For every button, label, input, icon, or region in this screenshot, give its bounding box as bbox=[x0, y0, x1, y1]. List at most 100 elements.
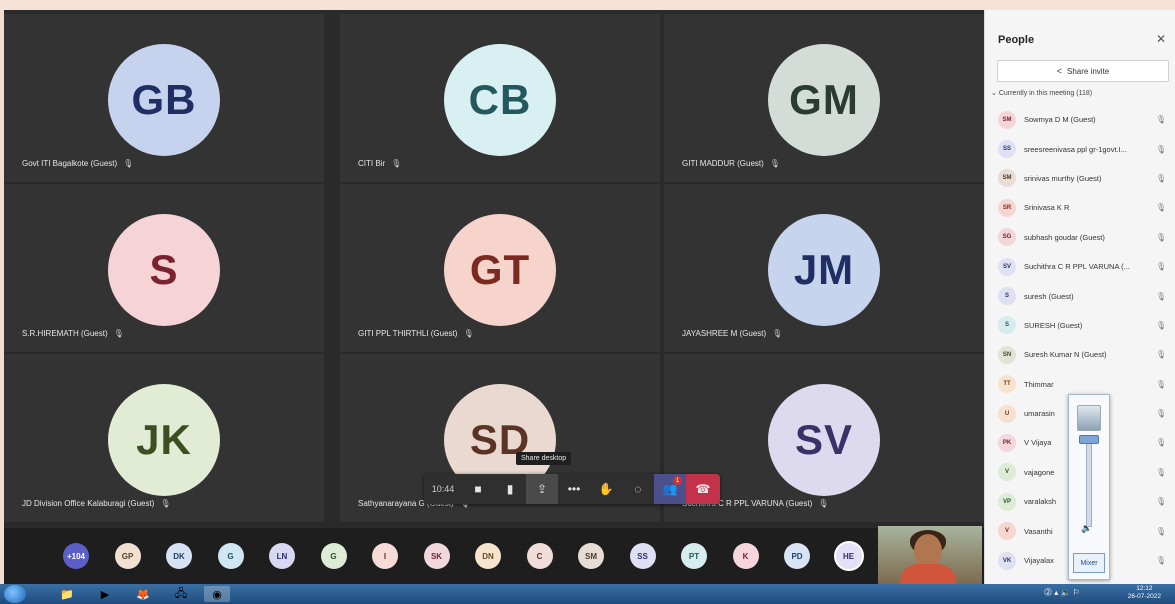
participant-avatar-small[interactable]: PT bbox=[681, 543, 707, 569]
mic-off-icon: 🎙 bbox=[1155, 409, 1166, 419]
self-video-face bbox=[914, 534, 942, 568]
participant-avatar-small[interactable]: C bbox=[526, 543, 553, 569]
start-button[interactable] bbox=[4, 585, 26, 603]
people-list-item[interactable]: SG subhash goudar (Guest) 🎙 bbox=[985, 223, 1175, 252]
person-avatar: S bbox=[998, 316, 1016, 335]
participant-avatar-small[interactable]: LN bbox=[269, 543, 295, 569]
participant-tile[interactable]: GM GITI MADDUR (Guest) 🎙 bbox=[664, 14, 984, 182]
mic-off-icon: 🎙 bbox=[1155, 526, 1166, 536]
people-list-item[interactable]: S SURESH (Guest) 🎙 bbox=[985, 311, 1175, 340]
participant-name-text: Govt ITI Bagalkote (Guest) bbox=[22, 159, 118, 168]
mic-off-icon: 🎙 bbox=[1155, 497, 1166, 507]
self-video[interactable] bbox=[878, 526, 982, 584]
participant-tile[interactable]: GB Govt ITI Bagalkote (Guest) 🎙 bbox=[4, 14, 324, 182]
person-avatar: VP bbox=[998, 492, 1016, 511]
camera-button[interactable]: ■ bbox=[462, 474, 494, 504]
chat-button[interactable]: ◌ bbox=[622, 474, 654, 504]
participant-tile[interactable]: S S.R.HIREMATH (Guest) 🎙 bbox=[4, 184, 324, 352]
people-list-item[interactable]: SM srinivas murthy (Guest) 🎙 bbox=[985, 164, 1175, 193]
person-name: Sowmya D M (Guest) bbox=[1024, 115, 1096, 125]
participant-avatar-small[interactable]: SM bbox=[578, 543, 604, 569]
participant-name-text: JD Division Office Kalaburagi (Guest) bbox=[22, 499, 155, 508]
participant-avatar-small[interactable]: SK bbox=[423, 543, 450, 569]
participant-avatar: JM bbox=[768, 214, 880, 326]
system-tray-icons[interactable]: ⓶ ▴ 🔈 ⚐ bbox=[1044, 587, 1080, 598]
people-list-item[interactable]: SM Sowmya D M (Guest) 🎙 bbox=[985, 105, 1175, 134]
share-invite-button[interactable]: < Share invite bbox=[997, 60, 1169, 82]
person-avatar: SN bbox=[998, 345, 1016, 364]
participant-name: JAYASHREE M (Guest) 🎙 bbox=[682, 329, 782, 338]
participant-avatar: JK bbox=[108, 384, 220, 496]
mic-off-icon: 🎙 bbox=[1155, 438, 1166, 448]
chrome-icon[interactable]: ◉ bbox=[204, 586, 230, 602]
participant-tile[interactable]: GT GITI PPL THIRTHLI (Guest) 🎙 bbox=[340, 184, 660, 352]
chat-icon: ◌ bbox=[634, 482, 642, 496]
media-player-icon[interactable]: ▶ bbox=[92, 586, 118, 602]
participant-tile[interactable]: JM JAYASHREE M (Guest) 🎙 bbox=[664, 184, 984, 352]
participant-avatar: CB bbox=[444, 44, 556, 156]
participant-avatar-small[interactable]: HE bbox=[835, 543, 862, 569]
raise-hand-button[interactable]: ✋ bbox=[590, 474, 622, 504]
volume-slider-track[interactable] bbox=[1086, 437, 1092, 527]
ellipsis-icon: ••• bbox=[567, 482, 581, 496]
people-button[interactable]: 👥 1 bbox=[654, 474, 686, 504]
mixer-button[interactable]: Mixer bbox=[1073, 553, 1105, 573]
volume-mixer-popup: 🔈 Mixer bbox=[1068, 394, 1110, 580]
close-icon[interactable]: ✕ bbox=[1156, 32, 1166, 46]
participant-name-text: GITI PPL THIRTHLI (Guest) bbox=[358, 329, 458, 338]
mic-off-icon: 🎙 bbox=[1155, 232, 1166, 242]
participant-avatar: GB bbox=[108, 44, 220, 156]
participant-avatar: S bbox=[108, 214, 220, 326]
currently-in-meeting-label: Currently in this meeting (118) bbox=[998, 90, 1093, 97]
hand-icon: ✋ bbox=[598, 482, 614, 496]
people-list-item[interactable]: SR Srinivasa K R 🎙 bbox=[985, 193, 1175, 222]
person-avatar: U bbox=[998, 404, 1016, 423]
clock-date: 26-07-2022 bbox=[1127, 593, 1161, 600]
participant-tile[interactable]: JK JD Division Office Kalaburagi (Guest) 🎙 bbox=[4, 354, 324, 522]
person-name: srinivas murthy (Guest) bbox=[1024, 173, 1102, 183]
participant-avatar-small[interactable]: GP bbox=[114, 543, 141, 569]
people-list-item[interactable]: SN Suresh Kumar N (Guest) 🎙 bbox=[985, 340, 1175, 369]
people-panel-title: People bbox=[998, 34, 1035, 46]
participant-name: GITI MADDUR (Guest) 🎙 bbox=[682, 159, 780, 168]
mic-off-icon: 🎙 bbox=[1155, 379, 1166, 389]
more-actions-button[interactable]: ••• bbox=[558, 474, 590, 504]
leave-button[interactable]: ☎ bbox=[686, 474, 720, 504]
participant-avatar-small[interactable]: G bbox=[320, 543, 347, 569]
participant-tile[interactable]: CB CITI Bir 🎙 bbox=[340, 14, 660, 182]
mic-off-icon: 🎙 bbox=[1155, 203, 1166, 213]
share-desktop-tooltip: Share desktop bbox=[516, 452, 572, 465]
currently-in-meeting-header[interactable]: ⌄ Currently in this meeting (118) bbox=[991, 89, 1092, 97]
people-list-item[interactable]: Ssuresh (Guest) 🎙 bbox=[985, 281, 1175, 310]
participant-name-text: CITI Bir bbox=[358, 159, 386, 168]
mic-off-icon: 🎙 bbox=[818, 499, 829, 508]
participant-avatar-small[interactable]: SS bbox=[629, 543, 656, 569]
participant-avatar-small[interactable]: K bbox=[732, 543, 759, 569]
participant-avatar-small[interactable]: DN bbox=[475, 543, 501, 569]
mic-off-icon: 🎙 bbox=[160, 499, 171, 508]
share-desktop-button[interactable]: ⇪ bbox=[526, 474, 558, 504]
participant-avatar: GT bbox=[444, 214, 556, 326]
file-explorer-icon[interactable]: 📁 bbox=[54, 586, 80, 602]
person-avatar: SR bbox=[998, 198, 1016, 217]
people-list-item[interactable]: SS sreesreenivasa ppl gr-1govt.I... 🎙 bbox=[985, 134, 1175, 163]
speaker-icon[interactable]: 🔈 bbox=[1081, 523, 1092, 534]
participant-avatar-small[interactable]: G bbox=[217, 543, 244, 569]
mic-button[interactable]: ▮ bbox=[494, 474, 526, 504]
participant-name-text: S.R.HIREMATH (Guest) bbox=[22, 329, 108, 338]
participant-avatar-small[interactable]: DK bbox=[166, 543, 192, 569]
mic-off-icon: 🎙 bbox=[769, 159, 780, 168]
meeting-timer: 10:44 bbox=[431, 484, 455, 494]
more-participants-badge[interactable]: +104 bbox=[63, 543, 89, 569]
firefox-icon[interactable]: 🦊 bbox=[130, 586, 156, 602]
person-name: Thimmar bbox=[1024, 379, 1054, 389]
participant-avatar-small[interactable]: I bbox=[372, 543, 398, 569]
taskbar-clock[interactable]: 12:12 26-07-2022 bbox=[1128, 585, 1161, 601]
participant-avatar-small[interactable]: PD bbox=[784, 543, 810, 569]
network-app-icon[interactable]: 🖧 bbox=[168, 586, 194, 602]
participant-name: Govt ITI Bagalkote (Guest) 🎙 bbox=[22, 159, 133, 168]
mic-off-icon: 🎙 bbox=[1155, 320, 1166, 330]
person-avatar: VK bbox=[998, 551, 1016, 570]
people-list-item[interactable]: SV Suchithra C R PPL VARUNA (... 🎙 bbox=[985, 252, 1175, 281]
volume-slider-thumb[interactable] bbox=[1079, 435, 1099, 444]
